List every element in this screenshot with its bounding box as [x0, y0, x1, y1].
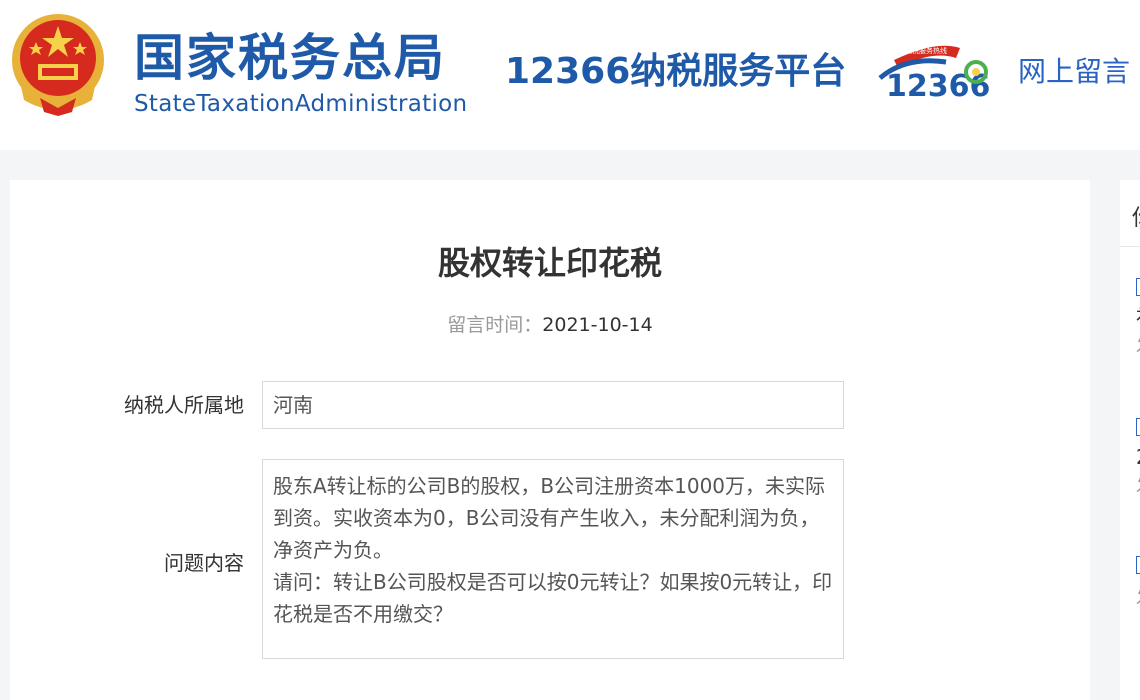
- sidebar-card: 你 补 发 2 发 发: [1120, 180, 1140, 700]
- sidebar-item-date: 发: [1136, 582, 1140, 616]
- region-field: 河南: [262, 381, 844, 429]
- sidebar-item-title: 2: [1136, 444, 1140, 470]
- message-time-label: 留言时间：: [447, 314, 543, 336]
- sidebar-item-date: 发: [1136, 330, 1140, 364]
- tag-bracket-icon: [1136, 278, 1140, 296]
- national-emblem-icon: [12, 14, 104, 116]
- hotline-banner-text: 纳税服务热线: [905, 46, 947, 55]
- message-time: 留言时间：2021-10-14: [0, 310, 1100, 340]
- tag-bracket-icon: [1136, 418, 1140, 436]
- question-label: 问题内容: [164, 551, 244, 575]
- logo-chinese: 国家税务总局: [134, 29, 446, 87]
- nav-online-message-link[interactable]: 网上留言: [1018, 52, 1130, 92]
- region-label: 纳税人所属地: [124, 393, 244, 417]
- platform-title: 12366纳税服务平台: [505, 51, 847, 92]
- sidebar-item[interactable]: 补 发: [1136, 278, 1140, 364]
- sidebar-item[interactable]: 2 发: [1136, 418, 1140, 504]
- page-title: 股权转让印花税: [437, 244, 662, 282]
- logo-english: StateTaxationAdministration: [134, 91, 468, 117]
- sidebar-item[interactable]: 发: [1136, 556, 1140, 616]
- tag-bracket-icon: [1136, 556, 1140, 574]
- sidebar-item-title: 补: [1136, 304, 1140, 330]
- question-content-field: 股东A转让标的公司B的股权，B公司注册资本1000万，未实际到资。实收资本为0，…: [262, 459, 844, 659]
- sidebar-heading-text: 你: [1132, 200, 1140, 232]
- sidebar-heading: 你: [1120, 180, 1140, 247]
- site-header: 国家税务总局 StateTaxationAdministration 12366…: [0, 0, 1140, 150]
- message-time-value: 2021-10-14: [542, 314, 653, 336]
- sidebar-item-date: 发: [1136, 470, 1140, 504]
- hotline-12366-logo: 纳税服务热线 12366: [878, 45, 990, 104]
